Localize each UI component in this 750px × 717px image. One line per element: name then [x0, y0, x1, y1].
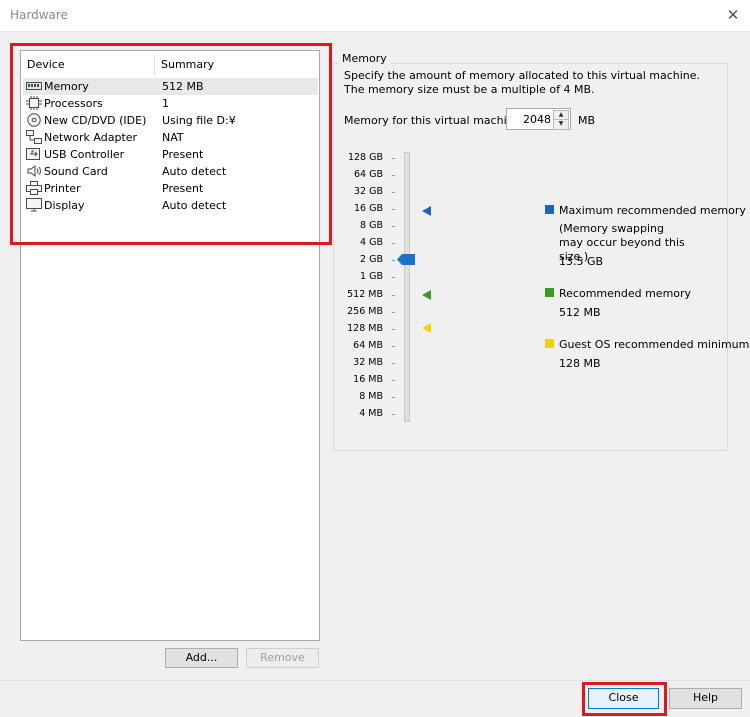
- close-icon[interactable]: ✕: [722, 6, 744, 26]
- memory-unit-label: MB: [578, 114, 596, 127]
- scale-label: 4 GB: [360, 237, 383, 248]
- scale-label: 1 GB: [360, 271, 383, 282]
- scale-label: 16 MB: [353, 374, 383, 385]
- scale-tick: [392, 226, 395, 227]
- scale-tick: [392, 192, 395, 193]
- memory-slider-track[interactable]: [404, 152, 410, 422]
- scale-label: 256 MB: [347, 306, 383, 317]
- scale-tick: [392, 414, 395, 415]
- max-recommended-marker-icon: [422, 206, 432, 216]
- scale-tick: [392, 329, 395, 330]
- recommended-title: Recommended memory: [559, 287, 692, 300]
- minimum-marker-icon: [422, 323, 432, 333]
- scale-label: 8 GB: [360, 220, 383, 231]
- scale-label: 64 GB: [354, 169, 383, 180]
- minimum-title: Guest OS recommended minimum: [559, 338, 750, 351]
- memory-slider-thumb[interactable]: [397, 254, 415, 265]
- scale-tick: [392, 397, 395, 398]
- memory-description: Specify the amount of memory allocated t…: [344, 69, 701, 96]
- max-recommended-title: Maximum recommended memory: [559, 204, 746, 217]
- memory-field-label: Memory for this virtual machine:: [344, 114, 525, 127]
- recommended-swatch: [545, 288, 554, 297]
- scale-label: 32 MB: [353, 357, 383, 368]
- scale-label: 128 MB: [347, 323, 383, 334]
- memory-size-stepper[interactable]: 2048 ▲ ▼: [506, 108, 571, 130]
- minimum-swatch: [545, 339, 554, 348]
- scale-tick: [392, 260, 395, 261]
- scale-label: 8 MB: [359, 391, 383, 402]
- recommended-marker-icon: [422, 290, 432, 300]
- minimum-value: 128 MB: [559, 357, 601, 370]
- recommended-value: 512 MB: [559, 306, 601, 319]
- window-title: Hardware: [10, 8, 68, 22]
- remove-button[interactable]: Remove: [246, 648, 319, 668]
- max-recommended-value: 13.5 GB: [559, 255, 604, 268]
- scale-tick: [392, 295, 395, 296]
- scale-tick: [392, 380, 395, 381]
- device-list-highlight: [10, 43, 332, 245]
- scale-tick: [392, 175, 395, 176]
- scale-tick: [392, 277, 395, 278]
- title-bar: Hardware ✕: [0, 0, 750, 32]
- scale-label: 32 GB: [354, 186, 383, 197]
- scale-tick: [392, 243, 395, 244]
- decrement-arrow-icon[interactable]: ▼: [553, 119, 569, 130]
- scale-tick: [392, 312, 395, 313]
- scale-label: 64 MB: [353, 340, 383, 351]
- memory-group-title: Memory: [339, 52, 390, 65]
- memory-size-value[interactable]: 2048: [523, 113, 551, 126]
- scale-label: 512 MB: [347, 289, 383, 300]
- max-recommended-swatch: [545, 205, 554, 214]
- scale-tick: [392, 363, 395, 364]
- scale-label: 16 GB: [354, 203, 383, 214]
- scale-label: 2 GB: [360, 254, 383, 265]
- close-button-highlight: [582, 682, 667, 716]
- help-button[interactable]: Help: [669, 688, 742, 709]
- scale-tick: [392, 209, 395, 210]
- scale-label: 128 GB: [347, 152, 383, 163]
- scale-tick: [392, 346, 395, 347]
- add-button[interactable]: Add...: [165, 648, 238, 668]
- scale-label: 4 MB: [359, 408, 383, 419]
- scale-tick: [392, 158, 395, 159]
